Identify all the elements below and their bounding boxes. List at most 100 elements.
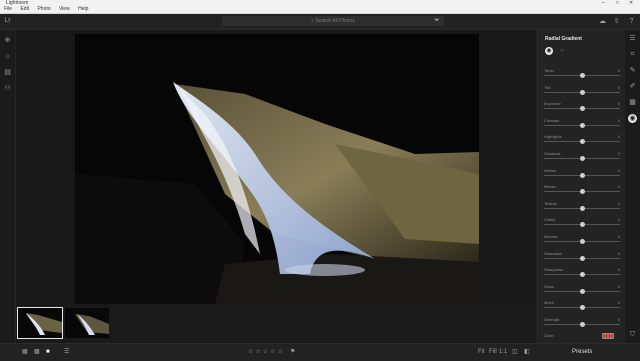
slider-label: Blacks — [544, 184, 556, 190]
slider-value[interactable]: 0 — [618, 68, 620, 73]
slider-value[interactable]: 0 — [618, 267, 620, 272]
share-icon[interactable]: ⇪ — [612, 17, 621, 26]
slider-value[interactable]: 0 — [618, 201, 620, 206]
menu-view[interactable]: View — [59, 6, 70, 12]
flag-icon[interactable]: ⚑ — [290, 348, 295, 357]
slider-knob[interactable] — [579, 305, 585, 311]
slider-value[interactable]: 0 — [618, 234, 620, 239]
before-after-icon[interactable]: ◧ — [524, 348, 530, 357]
slider-value[interactable]: 0 — [618, 151, 620, 156]
home-icon[interactable]: ⌂ — [3, 52, 12, 61]
color-swatch[interactable] — [602, 333, 614, 339]
slider-value[interactable]: 0 — [618, 284, 620, 289]
slider-clarity[interactable]: Clarity 0 — [544, 217, 620, 229]
slider-label: Exposure — [544, 101, 561, 107]
slider-tint[interactable]: Tint 0 — [544, 85, 620, 97]
filmstrip-thumbnail-2[interactable] — [65, 308, 109, 338]
slider-contrast[interactable]: Contrast 0 — [544, 118, 620, 130]
slider-shadows[interactable]: Shadows 0 — [544, 151, 620, 163]
fill-button[interactable]: Fill — [489, 348, 497, 357]
radial-gradient-mode-icon[interactable]: ◉ — [545, 47, 553, 55]
menu-file[interactable]: File — [4, 6, 12, 12]
slider-knob[interactable] — [579, 288, 585, 294]
slider-value[interactable]: 0 — [618, 134, 620, 139]
panel-title: Radial Gradient — [545, 36, 582, 42]
main-photo[interactable] — [75, 34, 479, 304]
linear-gradient-icon[interactable]: ▦ — [628, 98, 637, 107]
detail-view-icon[interactable]: ■ — [46, 348, 50, 357]
menu-edit[interactable]: Edit — [20, 6, 29, 12]
rating-stars[interactable]: ☆☆☆☆☆ — [248, 348, 285, 357]
slider-moir[interactable]: Moiré 0 — [544, 300, 620, 312]
slider-noise[interactable]: Noise 0 — [544, 284, 620, 296]
slider-blacks[interactable]: Blacks 0 — [544, 184, 620, 196]
brush-icon[interactable]: ✐ — [628, 82, 637, 91]
menu-photo[interactable]: Photo — [37, 6, 50, 12]
filmstrip — [16, 305, 536, 343]
compare-icon[interactable]: ◫ — [512, 348, 518, 357]
slider-whites[interactable]: Whites 0 — [544, 168, 620, 180]
slider-highlights[interactable]: Highlights 0 — [544, 134, 620, 146]
slider-knob[interactable] — [579, 255, 585, 261]
radial-gradient-icon[interactable]: ◉ — [628, 114, 637, 123]
slider-sharpness[interactable]: Sharpness 0 — [544, 267, 620, 279]
slider-value[interactable]: 0 — [618, 85, 620, 90]
search-placeholder: Search All Photos — [315, 18, 355, 24]
slider-label: Dehaze — [544, 234, 558, 239]
slider-value[interactable]: 0 — [618, 184, 620, 189]
slider-knob[interactable] — [579, 222, 585, 228]
waterfall-photo — [75, 34, 479, 304]
slider-knob[interactable] — [579, 122, 585, 128]
presets-button[interactable]: Presets — [572, 348, 592, 357]
tag-icon[interactable]: ⛉ — [628, 330, 637, 339]
slider-defringe[interactable]: Defringe 0 — [544, 317, 620, 329]
slider-value[interactable]: 0 — [618, 317, 620, 322]
search-input[interactable]: ⌕ Search All Photos — [222, 16, 444, 26]
slider-value[interactable]: 0 — [618, 101, 620, 106]
slider-knob[interactable] — [579, 322, 585, 327]
slider-label: Whites — [544, 167, 557, 173]
slider-texture[interactable]: Texture 0 — [544, 201, 620, 213]
filmstrip-thumbnail-1[interactable] — [17, 307, 63, 339]
library-icon[interactable]: ▤ — [3, 68, 12, 77]
slider-label: Highlights — [544, 134, 562, 140]
slider-knob[interactable] — [579, 205, 585, 211]
slider-knob[interactable] — [579, 156, 585, 161]
slider-knob[interactable] — [579, 272, 585, 278]
slider-knob[interactable] — [579, 172, 585, 178]
edit-panel: Radial Gradient ◉ ○ Temp 0 Tint 0 Exposure 0 C… — [537, 30, 626, 343]
menu-bar: File Edit Photo View Help — [0, 6, 640, 14]
slider-value[interactable]: 0 — [618, 251, 620, 256]
brush-mode-icon[interactable]: ○ — [558, 47, 566, 55]
slider-knob[interactable] — [579, 106, 585, 112]
slider-value[interactable]: 0 — [618, 168, 620, 173]
help-icon[interactable]: ? — [627, 17, 636, 26]
slider-value[interactable]: 0 — [618, 217, 620, 222]
slider-label: Saturation — [544, 250, 563, 256]
add-photos-icon[interactable]: ⊕ — [3, 36, 12, 45]
slider-label: Texture — [544, 200, 558, 206]
fit-button[interactable]: Fit — [478, 348, 485, 357]
filter-icon[interactable]: ⏷ — [434, 17, 440, 24]
grid-view-icon[interactable]: ▦ — [22, 348, 28, 357]
slider-knob[interactable] — [579, 239, 585, 244]
slider-knob[interactable] — [579, 89, 585, 95]
one-to-one-button[interactable]: 1:1 — [499, 348, 507, 357]
slider-saturation[interactable]: Saturation 0 — [544, 251, 620, 263]
edit-sliders-icon[interactable]: ☰ — [628, 34, 637, 43]
cloud-sync-icon[interactable]: ☁ — [598, 17, 607, 26]
slider-knob[interactable] — [579, 139, 585, 145]
slider-temp[interactable]: Temp 0 — [544, 68, 620, 80]
slider-exposure[interactable]: Exposure 0 — [544, 101, 620, 113]
sort-icon[interactable]: ☰ — [64, 348, 69, 357]
menu-help[interactable]: Help — [78, 6, 88, 12]
healing-brush-icon[interactable]: ✎ — [628, 66, 637, 75]
slider-value[interactable]: 0 — [618, 118, 620, 123]
crop-icon[interactable]: ⌗ — [628, 50, 637, 59]
slider-knob[interactable] — [579, 73, 585, 78]
slider-knob[interactable] — [579, 189, 585, 195]
square-grid-icon[interactable]: ▩ — [34, 348, 40, 357]
slider-value[interactable]: 0 — [618, 300, 620, 305]
people-icon[interactable]: ⚇ — [3, 84, 12, 93]
slider-dehaze[interactable]: Dehaze 0 — [544, 234, 620, 246]
